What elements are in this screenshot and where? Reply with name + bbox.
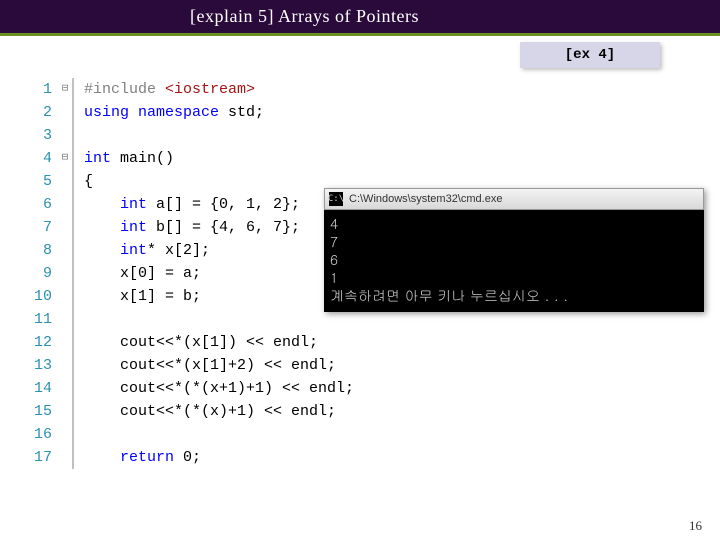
code-text: x[0] = a; xyxy=(84,262,201,285)
fold-icon[interactable]: ⊟ xyxy=(58,147,72,170)
code-line: 10 x[1] = b; xyxy=(30,285,354,308)
code-line: 12 cout<<*(x[1]) << endl; xyxy=(30,331,354,354)
line-number: 11 xyxy=(30,308,58,331)
slide-title: [explain 5] Arrays of Pointers xyxy=(190,6,419,27)
code-line: 1⊟ #include <iostream> xyxy=(30,78,354,101)
line-number: 5 xyxy=(30,170,58,193)
console-line: 1 xyxy=(330,268,698,286)
line-number: 9 xyxy=(30,262,58,285)
code-line: 15 cout<<*(*(x)+1) << endl; xyxy=(30,400,354,423)
console-window: C:\ C:\Windows\system32\cmd.exe 4 7 6 1 … xyxy=(324,188,704,312)
code-text: int* x[2]; xyxy=(84,239,210,262)
code-line: 2 using namespace std; xyxy=(30,101,354,124)
line-number: 13 xyxy=(30,354,58,377)
code-line: 9 x[0] = a; xyxy=(30,262,354,285)
page-number: 16 xyxy=(689,518,702,534)
code-line: 5{ xyxy=(30,170,354,193)
code-line: 17 return 0; xyxy=(30,446,354,469)
code-text: return 0; xyxy=(84,446,201,469)
code-text: cout<<*(*(x+1)+1) << endl; xyxy=(84,377,354,400)
console-line: 7 xyxy=(330,232,698,250)
code-line: 8 int* x[2]; xyxy=(30,239,354,262)
console-output: 4 7 6 1 계속하려면 아무 키나 누르십시오 . . . xyxy=(324,210,704,312)
console-line: 계속하려면 아무 키나 누르십시오 . . . xyxy=(330,286,698,304)
line-number: 15 xyxy=(30,400,58,423)
cmd-icon: C:\ xyxy=(329,192,343,206)
code-line: 13 cout<<*(x[1]+2) << endl; xyxy=(30,354,354,377)
line-number: 14 xyxy=(30,377,58,400)
code-line: 16 xyxy=(30,423,354,446)
line-number: 2 xyxy=(30,101,58,124)
line-number: 16 xyxy=(30,423,58,446)
line-number: 6 xyxy=(30,193,58,216)
line-number: 4 xyxy=(30,147,58,170)
code-text: x[1] = b; xyxy=(84,285,201,308)
code-text: using namespace std; xyxy=(84,101,264,124)
code-line: 4⊟ int main() xyxy=(30,147,354,170)
fold-icon[interactable]: ⊟ xyxy=(58,78,72,101)
code-line: 11 xyxy=(30,308,354,331)
code-line: 3 xyxy=(30,124,354,147)
console-line: 4 xyxy=(330,214,698,232)
line-number: 8 xyxy=(30,239,58,262)
code-text: { xyxy=(84,170,93,193)
code-text: int a[] = {0, 1, 2}; xyxy=(84,193,300,216)
console-title-text: C:\Windows\system32\cmd.exe xyxy=(349,193,502,205)
code-text: cout<<*(x[1]) << endl; xyxy=(84,331,318,354)
line-number: 12 xyxy=(30,331,58,354)
line-number: 3 xyxy=(30,124,58,147)
code-editor: 1⊟#include <iostream> 2using namespace s… xyxy=(30,78,354,469)
code-text: cout<<*(x[1]+2) << endl; xyxy=(84,354,336,377)
line-number: 17 xyxy=(30,446,58,469)
code-text: #include <iostream> xyxy=(84,78,255,101)
code-line: 14 cout<<*(*(x+1)+1) << endl; xyxy=(30,377,354,400)
line-number: 7 xyxy=(30,216,58,239)
code-text: int main() xyxy=(84,147,174,170)
code-line: 7 int b[] = {4, 6, 7}; xyxy=(30,216,354,239)
code-text: cout<<*(*(x)+1) << endl; xyxy=(84,400,336,423)
slide-titlebar: [explain 5] Arrays of Pointers xyxy=(0,0,720,36)
example-badge-label: [ex 4] xyxy=(565,47,615,63)
line-number: 10 xyxy=(30,285,58,308)
console-line: 6 xyxy=(330,250,698,268)
console-titlebar[interactable]: C:\ C:\Windows\system32\cmd.exe xyxy=(324,188,704,210)
code-line: 6 int a[] = {0, 1, 2}; xyxy=(30,193,354,216)
line-number: 1 xyxy=(30,78,58,101)
example-badge: [ex 4] xyxy=(520,42,660,68)
code-text: int b[] = {4, 6, 7}; xyxy=(84,216,300,239)
